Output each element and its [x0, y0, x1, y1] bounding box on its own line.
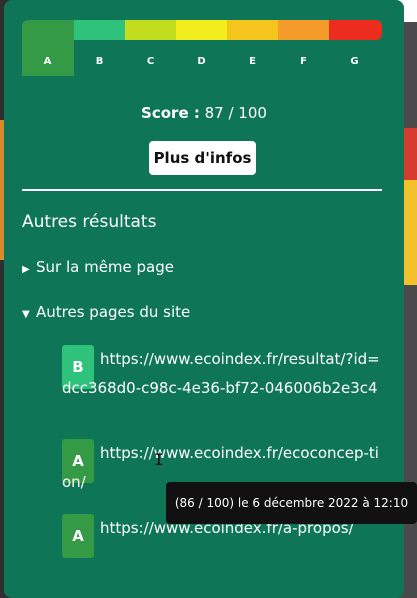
grade-label-g: G — [350, 56, 359, 67]
same-page-label: Sur la même page — [36, 258, 175, 276]
expanded-triangle-icon: ▼ — [22, 309, 30, 320]
grade-label-c: C — [146, 56, 155, 67]
result-link[interactable]: https://www.ecoindex.fr/resultat/?id=dcc… — [62, 345, 382, 403]
score-value: 87 / 100 — [204, 104, 267, 122]
grade-label-e: E — [249, 56, 256, 67]
site-pages-label: Autres pages du site — [36, 303, 191, 321]
site-pages-toggle[interactable]: ▼ Autres pages du site — [22, 303, 190, 321]
grade-label-f: F — [300, 56, 307, 67]
same-page-toggle[interactable]: ▶ Sur la même page — [22, 258, 174, 276]
grade-segment-b — [74, 20, 125, 40]
grade-scale: A B C D E F G — [22, 20, 382, 76]
text-cursor-icon: I — [154, 450, 164, 469]
score-line: Score : 87 / 100 — [4, 104, 404, 122]
collapsed-triangle-icon: ▶ — [22, 264, 30, 275]
other-results-title: Autres résultats — [22, 212, 157, 232]
grade-label-d: D — [197, 56, 206, 67]
tooltip: (86 / 100) le 6 décembre 2022 à 12:10 — [166, 482, 417, 524]
divider — [22, 189, 382, 191]
grade-segment-a — [22, 20, 74, 76]
score-label: Score : — [141, 104, 200, 122]
more-info-button[interactable]: Plus d'infos — [149, 141, 256, 175]
grade-segment-f — [278, 20, 329, 40]
grade-segment-d — [176, 20, 227, 40]
grade-segment-e — [227, 20, 278, 40]
grade-label-b: B — [95, 56, 104, 67]
grade-segment-g — [329, 20, 382, 40]
grade-label-a: A — [43, 56, 52, 67]
grade-segment-c — [125, 20, 176, 40]
